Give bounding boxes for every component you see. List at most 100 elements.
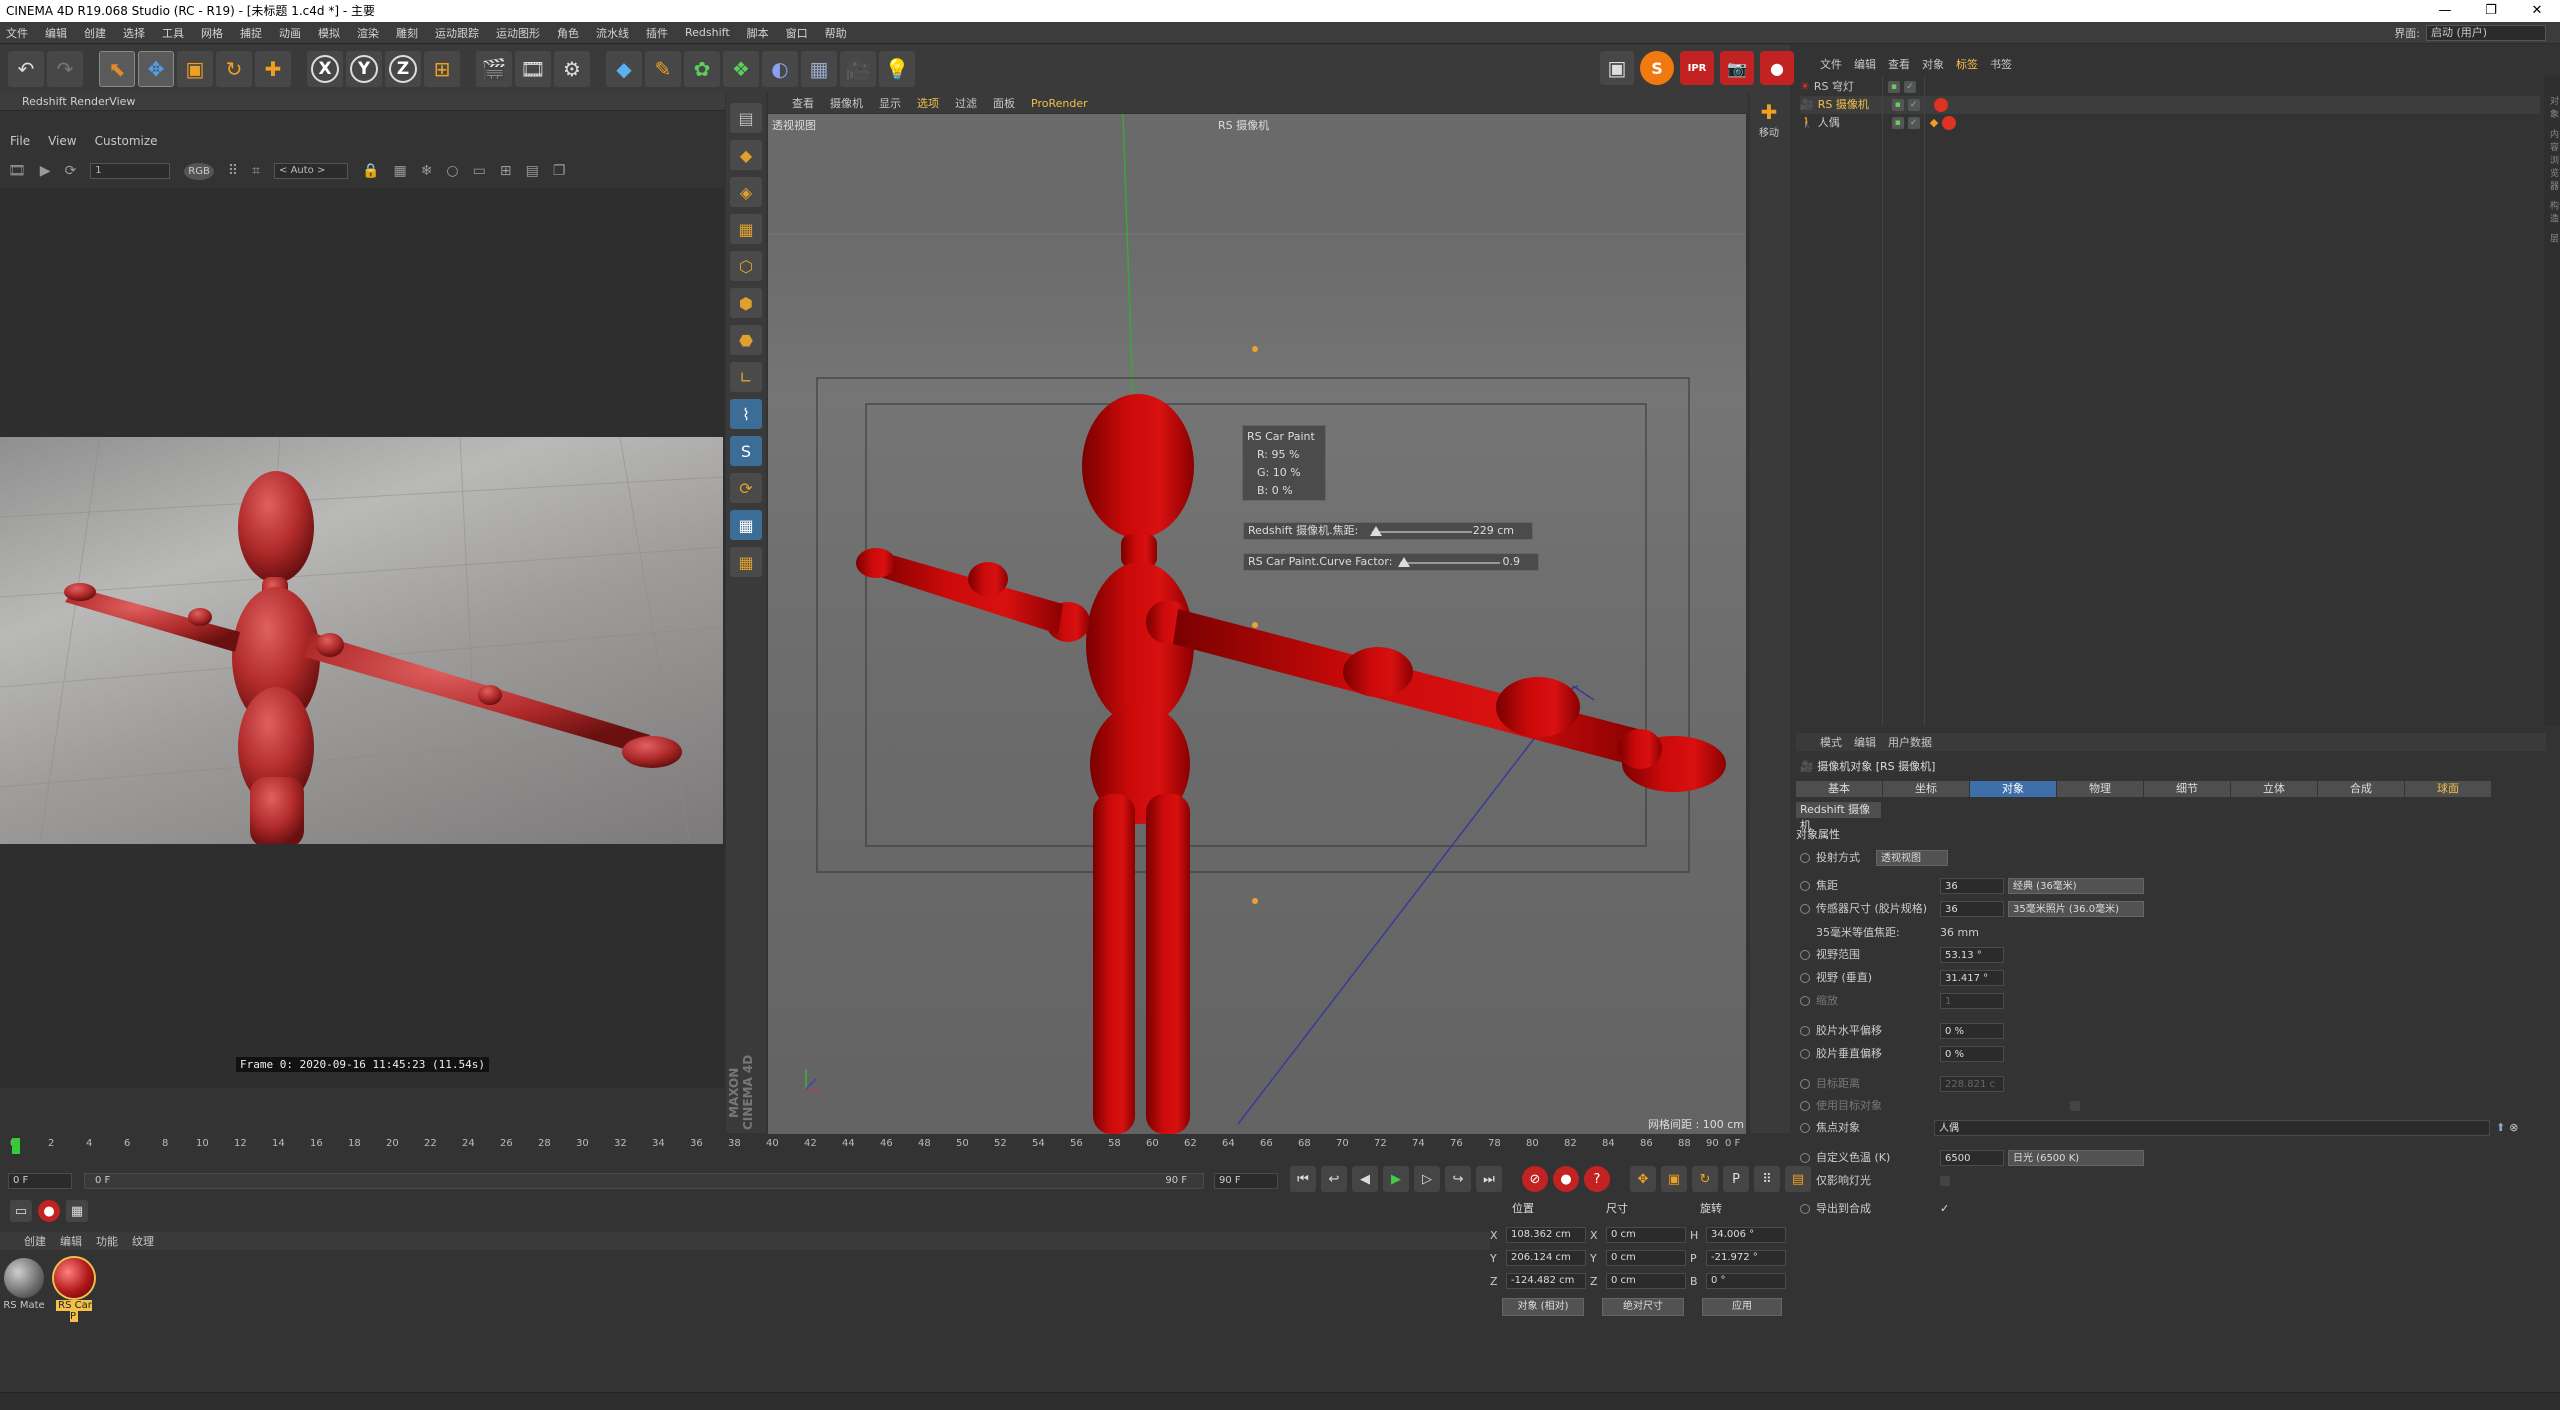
pick-object-icon[interactable]: ⬆ (2496, 1120, 2505, 1136)
copy-icon[interactable]: ❐ (553, 163, 566, 179)
animate-dot[interactable] (1800, 1204, 1810, 1214)
render-toggle[interactable]: ✓ (1907, 99, 1920, 111)
sensor-size-field[interactable]: 36 (1940, 901, 2004, 917)
animate-dot[interactable] (1800, 904, 1810, 914)
film-offset-x-field[interactable]: 0 % (1940, 1023, 2004, 1039)
rotation-p-field[interactable]: -21.972 ° (1706, 1250, 1786, 1266)
viewport-menu-display[interactable]: 显示 (879, 95, 901, 111)
mat-menu-texture[interactable]: 纹理 (132, 1233, 154, 1249)
scale-icon[interactable]: ▣ (177, 51, 213, 87)
menu-render[interactable]: 渲染 (357, 25, 379, 41)
hud-curve-thumb[interactable] (1398, 557, 1410, 567)
animate-dot[interactable] (1800, 1026, 1810, 1036)
polygons-mode-icon[interactable]: ⬣ (730, 325, 762, 355)
snowflake-icon[interactable]: ❄ (421, 163, 433, 179)
menu-create[interactable]: 创建 (84, 25, 106, 41)
tab-physical[interactable]: 物理 (2057, 781, 2144, 797)
animate-dot[interactable] (1800, 973, 1810, 983)
om-menu-edit[interactable]: 编辑 (1854, 56, 1876, 72)
mat-menu-create[interactable]: 创建 (24, 1233, 46, 1249)
texture-mode-icon[interactable]: ◈ (730, 177, 762, 207)
material-record-icon[interactable]: ● (38, 1200, 60, 1222)
position-z-field[interactable]: -124.482 cm (1506, 1273, 1586, 1289)
tab-details[interactable]: 细节 (2144, 781, 2231, 797)
max-frame-field[interactable]: 90 F (1214, 1173, 1278, 1189)
timeline-window-icon[interactable]: ▤ (1785, 1166, 1811, 1192)
3d-viewport[interactable] (768, 114, 1746, 1134)
menu-file[interactable]: 文件 (6, 25, 28, 41)
add-snapshot-icon[interactable]: ⊞ (500, 163, 512, 179)
tab-composition[interactable]: 合成 (2318, 781, 2405, 797)
light-icon[interactable]: 💡 (879, 51, 915, 87)
animate-dot[interactable] (1800, 1049, 1810, 1059)
current-frame-field[interactable]: 0 F (8, 1173, 72, 1189)
workplane-lock-icon[interactable]: ▦ (730, 510, 762, 540)
hud-curve-factor[interactable]: RS Car Paint.Curve Factor: 0.9 (1243, 553, 1539, 571)
subdivision-icon[interactable]: ✿ (684, 51, 720, 87)
render-toggle[interactable]: ✓ (1903, 81, 1916, 93)
animate-dot[interactable] (1800, 853, 1810, 863)
menu-script[interactable]: 脚本 (747, 25, 769, 41)
redshift-logo-icon[interactable]: S (1640, 51, 1674, 85)
crop-icon[interactable]: ⌗ (252, 163, 260, 179)
menu-animate[interactable]: 动画 (279, 25, 301, 41)
render-settings-icon[interactable]: ⚙ (554, 51, 590, 87)
timeline-playhead[interactable] (12, 1138, 20, 1154)
focal-length-field[interactable]: 36 (1940, 878, 2004, 894)
om-menu-tags[interactable]: 标签 (1956, 56, 1978, 72)
hud-focus-distance[interactable]: Redshift 摄像机.焦距: 229 cm (1243, 522, 1533, 540)
fov-vertical-field[interactable]: 31.417 ° (1940, 970, 2004, 986)
circle-icon[interactable]: ○ (446, 163, 458, 179)
previous-key-icon[interactable]: ↩ (1321, 1166, 1347, 1192)
axis-mode-icon[interactable]: ∟ (730, 362, 762, 392)
fov-field[interactable]: 53.13 ° (1940, 947, 2004, 963)
close-button[interactable]: ✕ (2514, 0, 2560, 22)
environment-icon[interactable]: ❖ (723, 51, 759, 87)
menu-tools[interactable]: 工具 (162, 25, 184, 41)
grid-icon[interactable]: ▦ (393, 163, 406, 179)
menu-motion-tracker[interactable]: 运动跟踪 (435, 25, 479, 41)
animate-dot[interactable] (1800, 1123, 1810, 1133)
workplane-grid-icon[interactable]: ▦ (730, 547, 762, 577)
edges-mode-icon[interactable]: ⬢ (730, 288, 762, 318)
viewport-menu-cameras[interactable]: 摄像机 (830, 95, 863, 111)
cube-icon[interactable]: ◆ (606, 51, 642, 87)
rotate-icon[interactable]: ↻ (216, 51, 252, 87)
save-image-icon[interactable]: ▤ (526, 163, 539, 179)
right-side-tabs[interactable]: 对象 内容浏览器 构造 层 (2544, 76, 2560, 726)
export-composite-checkbox[interactable]: ✓ (1940, 1201, 1949, 1217)
previous-frame-icon[interactable]: ◀ (1352, 1166, 1378, 1192)
menu-mesh[interactable]: 网格 (201, 25, 223, 41)
maximize-button[interactable]: ❐ (2468, 0, 2514, 22)
om-menu-view[interactable]: 查看 (1888, 56, 1910, 72)
focal-length-preset[interactable]: 经典 (36毫米) (2008, 878, 2144, 894)
mat-menu-edit[interactable]: 编辑 (60, 1233, 82, 1249)
redshift-camera-tag-icon[interactable] (1933, 98, 1948, 112)
deformer-icon[interactable]: ◐ (762, 51, 798, 87)
lock-icon[interactable]: 🔒 (362, 163, 379, 179)
live-select-icon[interactable]: ⬉ (99, 51, 135, 87)
am-menu-userdata[interactable]: 用户数据 (1888, 734, 1932, 750)
checker-icon[interactable]: ▦ (66, 1200, 88, 1222)
hud-focus-thumb[interactable] (1370, 526, 1382, 536)
menu-select[interactable]: 选择 (123, 25, 145, 41)
clear-link-icon[interactable]: ⊗ (2509, 1120, 2518, 1136)
animate-dot[interactable] (1800, 1153, 1810, 1163)
timeline-ruler[interactable]: 0 2 4 6 8 10 12 14 16 18 20 22 24 26 28 … (0, 1134, 1790, 1156)
x-axis-icon[interactable]: X (307, 51, 343, 87)
viewport-menu-prorender[interactable]: ProRender (1031, 97, 1088, 110)
renderview-menu-customize[interactable]: Customize (95, 134, 158, 148)
animate-dot[interactable] (1800, 881, 1810, 891)
visibility-toggle[interactable]: ▪ (1891, 99, 1904, 111)
pen-icon[interactable]: ✎ (645, 51, 681, 87)
record-icon[interactable]: ⊘ (1522, 1166, 1548, 1192)
mat-menu-function[interactable]: 功能 (96, 1233, 118, 1249)
pla-key-icon[interactable]: ⠿ (1754, 1166, 1780, 1192)
go-to-start-icon[interactable]: ⏮ (1290, 1166, 1316, 1192)
tweak-icon[interactable]: ⌇ (730, 399, 762, 429)
am-menu-edit[interactable]: 编辑 (1854, 734, 1876, 750)
menu-snap[interactable]: 捕捉 (240, 25, 262, 41)
play-icon[interactable]: ▶ (40, 163, 51, 179)
image-icon[interactable]: ▭ (473, 163, 486, 179)
position-x-field[interactable]: 108.362 cm (1506, 1227, 1586, 1243)
